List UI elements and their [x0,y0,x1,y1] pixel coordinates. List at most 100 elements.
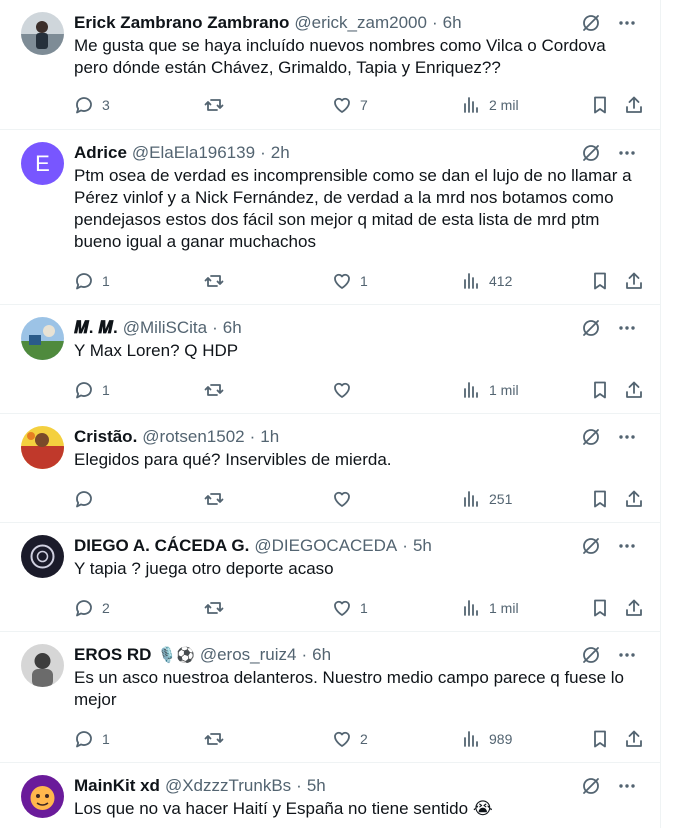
views-button[interactable]: 1 mil [461,379,519,401]
more-options-icon[interactable] [616,12,638,34]
avatar[interactable] [21,426,64,469]
timestamp[interactable]: 6h [443,13,462,33]
share-button[interactable] [624,488,644,510]
like-button[interactable] [332,488,360,510]
reply-button[interactable]: 2 [74,597,110,619]
tweet[interactable]: 𝑴. 𝑴. @MiliSCita · 6h Y Max Loren? Q HDP… [0,305,660,414]
reply-button[interactable]: 3 [74,94,110,116]
bookmark-button[interactable] [590,728,610,750]
bookmark-icon [594,96,606,114]
timestamp[interactable]: 2h [271,143,290,163]
grok-icon[interactable] [580,644,602,666]
display-name[interactable]: DIEGO A. CÁCEDA G. [74,536,249,556]
retweet-button[interactable] [204,270,224,292]
bookmark-button[interactable] [590,488,610,510]
timestamp[interactable]: 5h [413,536,432,556]
more-options-icon[interactable] [616,317,638,339]
timestamp[interactable]: 6h [223,318,242,338]
timestamp[interactable]: 1h [260,427,279,447]
grok-icon[interactable] [580,317,602,339]
display-name[interactable]: EROS RD [74,645,151,665]
user-handle[interactable]: @DIEGOCACEDA [254,536,397,556]
reply-icon [76,382,92,399]
views-button[interactable]: 2 mil [461,94,519,116]
share-button[interactable] [624,94,644,116]
retweet-button[interactable] [204,728,224,750]
avatar[interactable] [21,12,64,55]
separator: · [249,427,256,446]
retweet-button[interactable] [204,379,224,401]
tweet[interactable]: MainKit xd @XdzzzTrunkBs · 5h Los que no… [0,763,660,828]
like-button[interactable] [332,379,360,401]
user-handle[interactable]: @ElaEla196139 [132,143,255,163]
share-icon [626,381,642,398]
display-name[interactable]: 𝑴. 𝑴. [74,318,118,338]
user-handle[interactable]: @erick_zam2000 [294,13,427,33]
share-button[interactable] [624,597,644,619]
bookmark-icon [594,272,606,290]
reply-button[interactable]: 1 [74,270,110,292]
like-button[interactable]: 7 [332,94,368,116]
user-handle[interactable]: @eros_ruiz4 [200,645,297,665]
share-button[interactable] [624,728,644,750]
display-name[interactable]: Erick Zambrano Zambrano [74,13,289,33]
retweet-icon [204,384,224,396]
grok-icon[interactable] [580,535,602,557]
reply-button[interactable] [74,488,102,510]
user-handle[interactable]: @MiliSCita [123,318,207,338]
like-count: 1 [360,600,368,616]
retweet-button[interactable] [204,488,224,510]
tweet[interactable]: EROS RD 🎙️⚽ @eros_ruiz4 · 6h Es un asco … [0,632,660,763]
avatar[interactable] [21,317,64,360]
like-button[interactable]: 2 [332,728,368,750]
tweet[interactable]: DIEGO A. CÁCEDA G. @DIEGOCACEDA · 5h Y t… [0,523,660,632]
views-button[interactable]: 251 [461,488,512,510]
avatar[interactable]: E [21,142,64,185]
user-handle[interactable]: @rotsen1502 [142,427,244,447]
bookmark-button[interactable] [590,597,610,619]
more-options-icon[interactable] [616,426,638,448]
bookmark-button[interactable] [590,379,610,401]
tweet[interactable]: E Adrice @ElaEla196139 · 2h Ptm osea de … [0,130,660,305]
reply-button[interactable]: 1 [74,728,110,750]
share-button[interactable] [624,270,644,292]
more-options-icon[interactable] [616,535,638,557]
reply-icon [76,273,92,290]
like-count: 1 [360,273,368,289]
more-options-icon[interactable] [616,644,638,666]
tweet[interactable]: Cristão. @rotsen1502 · 1h Elegidos para … [0,414,660,523]
display-name[interactable]: MainKit xd [74,776,160,796]
grok-icon[interactable] [580,142,602,164]
views-button[interactable]: 412 [461,270,512,292]
timestamp[interactable]: 6h [312,645,331,665]
grok-icon[interactable] [580,426,602,448]
bookmark-icon [594,490,606,508]
reply-button[interactable]: 1 [74,379,110,401]
display-name[interactable]: Cristão. [74,427,137,447]
separator: · [260,143,266,162]
tweet-text: Es un asco nuestroa delanteros. Nuestro … [74,668,624,709]
like-button[interactable]: 1 [332,270,368,292]
retweet-button[interactable] [204,597,224,619]
user-handle[interactable]: @XdzzzTrunkBs [165,776,291,796]
views-count: 412 [489,273,513,289]
grok-icon[interactable] [580,775,602,797]
grok-icon[interactable] [580,12,602,34]
reply-count: 1 [102,273,110,289]
retweet-button[interactable] [204,94,224,116]
timestamp[interactable]: 5h [307,776,326,796]
more-options-icon[interactable] [616,142,638,164]
share-button[interactable] [624,379,644,401]
more-options-icon[interactable] [616,775,638,797]
views-button[interactable]: 1 mil [461,597,519,619]
bookmark-button[interactable] [590,94,610,116]
bookmark-button[interactable] [590,270,610,292]
avatar[interactable] [21,775,64,818]
avatar[interactable] [21,535,64,578]
reply-icon [76,97,92,114]
tweet[interactable]: Erick Zambrano Zambrano @erick_zam2000 ·… [0,0,660,130]
views-button[interactable]: 989 [461,728,512,750]
avatar[interactable] [21,644,64,687]
like-button[interactable]: 1 [332,597,368,619]
display-name[interactable]: Adrice [74,143,127,163]
